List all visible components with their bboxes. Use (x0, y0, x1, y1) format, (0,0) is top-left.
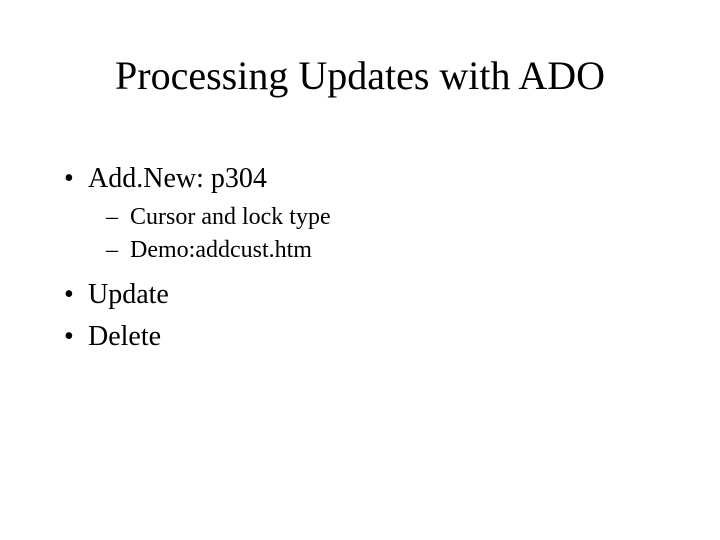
slide: Processing Updates with ADO Add.New: p30… (0, 0, 720, 540)
slide-body: Add.New: p304 Cursor and lock type Demo:… (60, 160, 660, 360)
bullet-level1: Update (60, 276, 660, 314)
slide-title: Processing Updates with ADO (0, 52, 720, 99)
bullet-level1: Delete (60, 318, 660, 356)
bullet-level2: Cursor and lock type (60, 202, 660, 233)
bullet-level2: Demo:addcust.htm (60, 235, 660, 266)
spacer (60, 268, 660, 276)
bullet-level1: Add.New: p304 (60, 160, 660, 198)
